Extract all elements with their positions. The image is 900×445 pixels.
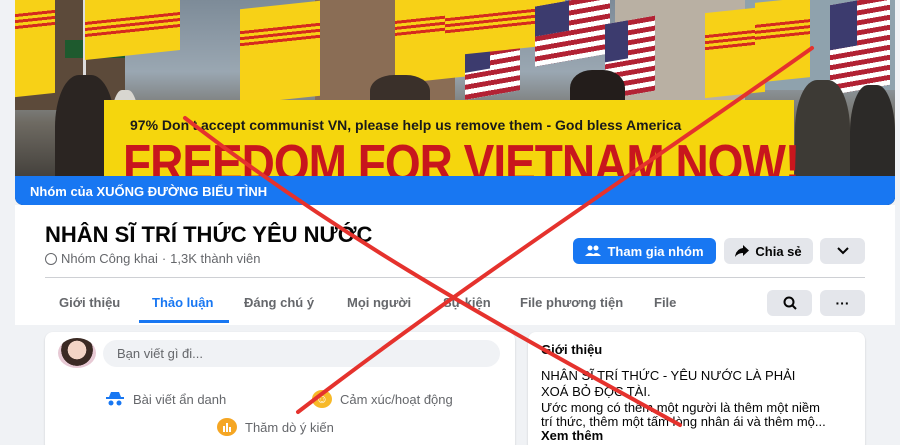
see-more-link[interactable]: Xem thêm (541, 428, 603, 443)
tab-people[interactable]: Mọi người (347, 295, 411, 310)
poll-button[interactable]: Thăm dò ý kiến (217, 418, 334, 436)
tab-about[interactable]: Giới thiệu (59, 295, 120, 310)
group-meta: Nhóm Công khai · 1,3K thành viên (45, 251, 261, 266)
header-divider (45, 277, 865, 278)
poll-icon (217, 418, 237, 436)
incognito-icon (105, 390, 125, 408)
share-label: Chia sẻ (755, 243, 802, 259)
banner-slogan: 97% Don't accept communist VN, please he… (130, 117, 682, 133)
join-group-button[interactable]: Tham gia nhóm (573, 238, 716, 264)
privacy-label: Nhóm Công khai (61, 251, 158, 266)
us-flag (535, 0, 610, 67)
search-icon (783, 296, 797, 310)
feeling-activity-label: Cảm xúc/hoạt động (340, 391, 453, 407)
page-title: NHÂN SĨ TRÍ THỨC YÊU NƯỚC (45, 222, 373, 247)
vn-flag (85, 0, 180, 60)
tab-discussion[interactable]: Thảo luận (152, 295, 213, 310)
post-input[interactable]: Bạn viết gì đi... (103, 340, 500, 367)
cover-photo[interactable]: 97% Don't accept communist VN, please he… (15, 0, 895, 205)
tab-more-button[interactable]: ··· (820, 290, 865, 316)
vn-flag (755, 0, 810, 83)
anonymous-post-button[interactable]: Bài viết ẩn danh (105, 390, 226, 408)
vn-flag (240, 0, 320, 105)
header-more-button[interactable] (820, 238, 865, 264)
about-description-line: XOÁ BỎ ĐỘC TÀI. (541, 384, 651, 399)
avatar[interactable] (58, 338, 96, 368)
about-title: Giới thiệu (541, 342, 603, 357)
smiley-icon: ☺ (312, 390, 332, 408)
join-group-label: Tham gia nhóm (607, 243, 704, 259)
meta-separator: · (161, 251, 167, 266)
globe-icon (45, 252, 57, 265)
cover-caption[interactable]: Nhóm của XUỐNG ĐƯỜNG BIỂU TÌNH (15, 176, 895, 205)
anonymous-post-label: Bài viết ẩn danh (133, 391, 227, 407)
tab-events[interactable]: Sự kiện (443, 295, 491, 310)
feeling-activity-button[interactable]: ☺ Cảm xúc/hoạt động (312, 390, 453, 408)
people-icon (585, 245, 602, 256)
share-button[interactable]: Chia sẻ (724, 238, 813, 264)
vn-flag (15, 0, 55, 98)
group-search-button[interactable] (767, 290, 812, 316)
member-count[interactable]: 1,3K thành viên (170, 251, 260, 266)
tab-featured[interactable]: Đáng chú ý (244, 295, 314, 310)
share-arrow-icon (735, 245, 750, 257)
poll-label: Thăm dò ý kiến (245, 419, 334, 435)
active-tab-indicator (139, 320, 229, 323)
tab-files[interactable]: File (654, 295, 676, 310)
tab-media[interactable]: File phương tiện (520, 295, 623, 310)
about-description-line: NHÂN SĨ TRÍ THỨC - YÊU NƯỚC LÀ PHẢI (541, 368, 796, 383)
chevron-down-icon (836, 247, 849, 255)
us-flag (830, 0, 890, 96)
